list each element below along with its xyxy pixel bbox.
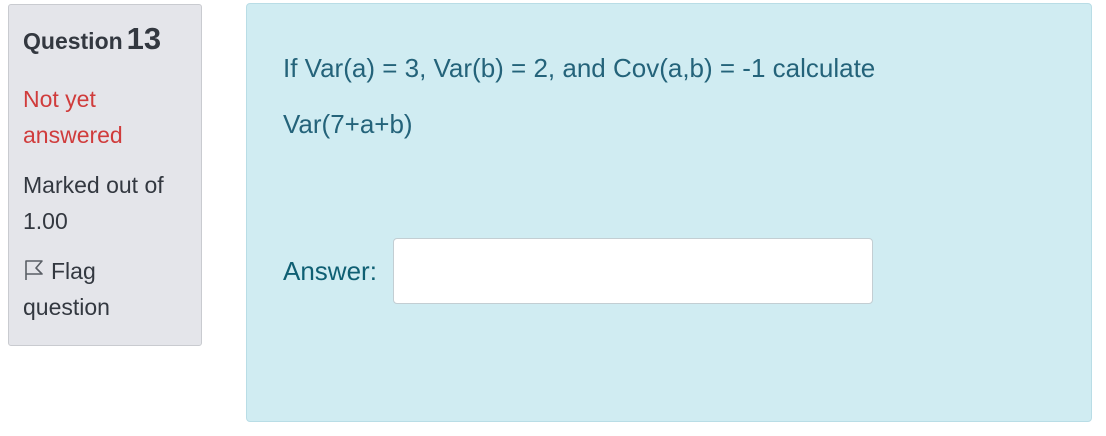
question-heading: Question 13	[23, 19, 187, 63]
question-state: Not yet answered	[23, 86, 123, 148]
question-grade: Marked out of 1.00	[23, 172, 164, 234]
answer-input[interactable]	[393, 238, 873, 304]
answer-label: Answer:	[283, 256, 377, 286]
question-content-panel: If Var(a) = 3, Var(b) = 2, and Cov(a,b) …	[246, 3, 1092, 422]
flag-icon	[23, 255, 45, 280]
question-number: 13	[126, 21, 162, 56]
question-text: If Var(a) = 3, Var(b) = 2, and Cov(a,b) …	[283, 53, 876, 139]
question-info-panel: Question 13 Not yet answered Marked out o…	[8, 4, 202, 346]
question-label: Question	[23, 28, 123, 54]
flag-question-link[interactable]: Flag question	[23, 253, 187, 325]
